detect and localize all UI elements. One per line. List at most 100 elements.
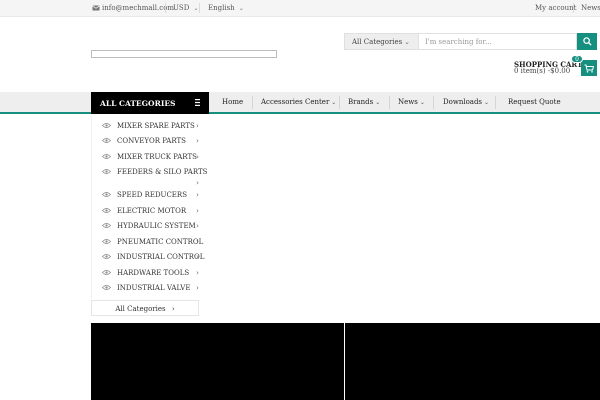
chevron-down-icon: ⌄ bbox=[419, 99, 425, 106]
divider bbox=[389, 96, 390, 109]
nav-home[interactable]: Home bbox=[222, 92, 243, 114]
nav-request-quote-label: Request Quote bbox=[508, 98, 561, 106]
category-label: SPEED REDUCERS bbox=[117, 191, 187, 199]
category-label: CONVEYOR PARTS bbox=[117, 137, 186, 145]
chevron-right-icon: › bbox=[196, 207, 199, 215]
chevron-right-icon: › bbox=[196, 191, 199, 199]
category-label: HARDWARE TOOLS bbox=[117, 269, 190, 277]
cart-icon bbox=[581, 60, 597, 76]
all-categories-button[interactable]: ALL CATEGORIES bbox=[91, 92, 209, 114]
category-item[interactable]: INDUSTRIAL CONTROL › bbox=[92, 249, 210, 264]
category-item[interactable]: HARDWARE TOOLS › bbox=[92, 265, 210, 280]
main-content bbox=[209, 116, 600, 321]
search-category-label: All Categories bbox=[352, 38, 403, 46]
language-label: English bbox=[208, 4, 235, 12]
all-categories-label: ALL CATEGORIES bbox=[100, 99, 176, 108]
logo[interactable] bbox=[91, 50, 277, 58]
divider bbox=[199, 3, 200, 13]
search-icon bbox=[582, 37, 592, 46]
menu-icon bbox=[195, 99, 200, 106]
nav-brands[interactable]: Brands ⌄ bbox=[348, 92, 380, 114]
all-categories-link-label: All Categories bbox=[115, 305, 166, 313]
currency-label: USD bbox=[173, 4, 190, 12]
envelope-icon bbox=[92, 5, 100, 11]
eye-icon bbox=[102, 138, 111, 143]
divider bbox=[495, 96, 496, 109]
eye-icon bbox=[102, 208, 111, 213]
nav-home-label: Home bbox=[222, 98, 244, 106]
nav-accessories-label: Accessories Center bbox=[261, 98, 330, 106]
all-categories-link[interactable]: All Categories › bbox=[91, 300, 199, 316]
search-button[interactable] bbox=[577, 33, 597, 50]
category-item[interactable]: ELECTRIC MOTOR › bbox=[92, 203, 210, 218]
eye-icon bbox=[102, 154, 111, 159]
divider bbox=[339, 96, 340, 109]
chevron-right-icon: › bbox=[196, 222, 199, 230]
search-input[interactable] bbox=[419, 33, 577, 50]
chevron-right-icon: › bbox=[196, 179, 199, 187]
chevron-right-icon: › bbox=[196, 122, 199, 130]
chevron-down-icon: ⌄ bbox=[193, 5, 199, 12]
email-text: info@mechmall.com bbox=[102, 4, 175, 12]
language-selector[interactable]: English ⌄ bbox=[208, 4, 244, 12]
shopping-cart[interactable]: SHOPPING CART 0 item(s) -$0.00 0 bbox=[507, 55, 597, 76]
chevron-right-icon: › bbox=[196, 137, 199, 145]
category-item[interactable]: CONVEYOR PARTS › bbox=[92, 133, 210, 148]
promo-banner-left[interactable] bbox=[91, 323, 344, 400]
divider bbox=[573, 3, 574, 13]
category-label: FEEDERS & SILO PARTS bbox=[117, 168, 208, 176]
nav-accessories-center[interactable]: Accessories Center ⌄ bbox=[261, 92, 336, 114]
eye-icon bbox=[102, 123, 111, 128]
nav-downloads[interactable]: Downloads ⌄ bbox=[443, 92, 489, 114]
divider bbox=[433, 96, 434, 109]
chevron-right-icon: › bbox=[196, 253, 199, 261]
eye-icon bbox=[102, 270, 111, 275]
chevron-right-icon: › bbox=[196, 153, 199, 161]
divider bbox=[252, 96, 253, 109]
eye-icon bbox=[102, 169, 111, 174]
eye-icon bbox=[102, 254, 111, 259]
currency-selector[interactable]: USD ⌄ bbox=[173, 4, 199, 12]
cart-summary: 0 item(s) -$0.00 bbox=[514, 67, 571, 75]
chevron-right-icon: › bbox=[171, 305, 175, 313]
category-item[interactable]: MIXER SPARE PARTS › bbox=[92, 118, 210, 133]
nav-news-label: News bbox=[398, 98, 418, 106]
chevron-down-icon: ⌄ bbox=[484, 99, 490, 106]
nav-brands-label: Brands bbox=[348, 98, 374, 106]
eye-icon bbox=[102, 192, 111, 197]
news-link[interactable]: News bbox=[581, 4, 600, 12]
search-category-select[interactable]: All Categories ⌄ bbox=[344, 33, 419, 50]
category-label: INDUSTRIAL CONTROL bbox=[117, 253, 205, 261]
email-link[interactable]: info@mechmall.com bbox=[92, 4, 174, 12]
my-account-link[interactable]: My account bbox=[535, 4, 576, 12]
chevron-down-icon: ⌄ bbox=[331, 99, 337, 106]
chevron-down-icon: ⌄ bbox=[375, 99, 381, 106]
category-label: INDUSTRIAL VALVE bbox=[117, 284, 191, 292]
category-menu: MIXER SPARE PARTS › CONVEYOR PARTS › MIX… bbox=[91, 116, 209, 299]
category-label: MIXER TRUCK PARTS bbox=[117, 153, 197, 161]
nav-request-quote[interactable]: Request Quote bbox=[508, 92, 561, 114]
chevron-right-icon: › bbox=[196, 269, 199, 277]
chevron-right-icon: › bbox=[196, 284, 199, 292]
category-label: PNEUMATIC CONTROL bbox=[117, 238, 204, 246]
nav-downloads-label: Downloads bbox=[443, 98, 483, 106]
divider bbox=[165, 3, 166, 13]
nav-news[interactable]: News ⌄ bbox=[398, 92, 425, 114]
category-label: ELECTRIC MOTOR bbox=[117, 207, 187, 215]
category-item[interactable]: PNEUMATIC CONTROL › bbox=[92, 234, 210, 249]
chevron-right-icon: › bbox=[196, 238, 199, 246]
category-label: MIXER SPARE PARTS bbox=[117, 122, 195, 130]
eye-icon bbox=[102, 223, 111, 228]
top-bar: info@mechmall.com USD ⌄ English ⌄ My acc… bbox=[0, 0, 600, 17]
chevron-down-icon: ⌄ bbox=[404, 38, 410, 46]
category-item[interactable]: SPEED REDUCERS › bbox=[92, 187, 210, 202]
eye-icon bbox=[102, 285, 111, 290]
chevron-down-icon: ⌄ bbox=[238, 5, 244, 12]
cart-count-badge: 0 bbox=[571, 55, 583, 63]
eye-icon bbox=[102, 239, 111, 244]
category-item[interactable]: HYDRAULIC SYSTEM › bbox=[92, 218, 210, 233]
promo-banner-right[interactable] bbox=[345, 323, 600, 400]
category-label: HYDRAULIC SYSTEM bbox=[117, 222, 196, 230]
category-item[interactable]: MIXER TRUCK PARTS › bbox=[92, 149, 210, 164]
category-item[interactable]: INDUSTRIAL VALVE › bbox=[92, 280, 210, 295]
